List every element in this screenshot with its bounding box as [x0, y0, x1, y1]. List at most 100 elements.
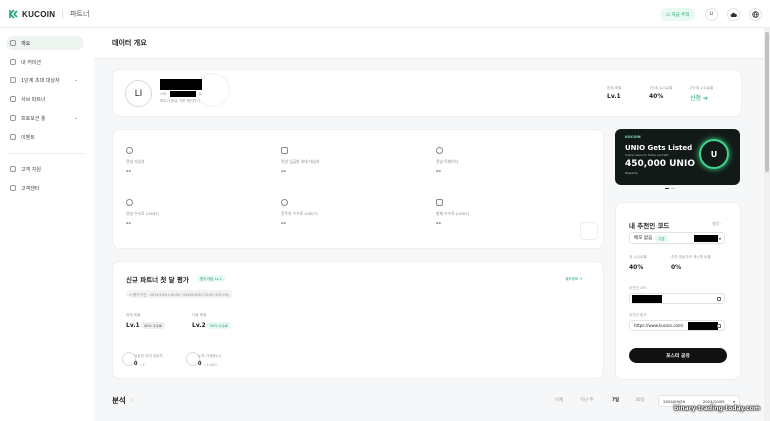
evaluation-period: ⊙ 평가 기간 : 2024/10/01 00:00~2024/10/30 23…: [126, 290, 232, 298]
referral-link-field[interactable]: https://www.kucoin.com/: [629, 320, 725, 331]
brand-divider: |: [61, 9, 65, 19]
tab-30-days[interactable]: 30일: [635, 397, 645, 403]
avatar: LI: [125, 80, 152, 107]
cloud-icon[interactable]: [727, 8, 740, 21]
referral-title: 내 추천인 코드: [629, 222, 670, 230]
stat-label: 전날 가입자: [126, 159, 145, 164]
tab-7-days[interactable]: 7일: [612, 397, 619, 403]
stat-label: 전주의 수수료 (USDT): [281, 211, 318, 216]
promo-banner[interactable]: KUCOIN UNIO Gets Listed Invite Users to …: [615, 129, 740, 185]
l2-rate-label: 2단계 수수료율: [690, 86, 714, 90]
stat-value: --: [436, 220, 441, 227]
copy-icon[interactable]: [717, 324, 721, 328]
sidebar-item-label: 내 커미션: [21, 59, 41, 66]
cashback-label: 추천 대상자의 캐시백 비율: [671, 255, 711, 259]
share-poster-button[interactable]: 포스터 공유: [629, 348, 727, 363]
pagination-dot[interactable]: [671, 188, 675, 189]
l1-rate-label: 1단계 수수료율: [649, 86, 673, 90]
wallet-icon: [436, 199, 443, 206]
events-icon: [10, 134, 16, 140]
unio-coin-icon: U: [699, 139, 729, 169]
brand-name: KUCOIN: [22, 9, 56, 19]
overview-icon: [10, 40, 16, 46]
sidebar-item-promo-tools[interactable]: 프로모션 툴 ⌄: [6, 111, 84, 125]
apply-link[interactable]: 신청 ➔: [690, 93, 708, 102]
eval-current-value: Lv.1: [126, 322, 140, 329]
redacted-uid: [170, 91, 196, 97]
copy-icon[interactable]: [717, 297, 721, 301]
promo-tools-icon: [10, 115, 16, 121]
user-avatar-button[interactable]: LI: [705, 8, 718, 21]
kucoin-logo-icon: [9, 9, 18, 19]
current-level-value: Lv.1: [607, 93, 621, 100]
kucoin-logo[interactable]: KUCOIN | 파트너: [9, 9, 89, 19]
eval-next-rate: 50% 수수료: [207, 322, 231, 329]
stat-label: 전날 트레이더: [436, 159, 459, 164]
referral-code-select[interactable]: 메모 없음 기본 ▾: [629, 232, 725, 244]
stat-value: --: [281, 168, 286, 175]
info-icon[interactable]: ⓘ: [130, 398, 134, 403]
partner-tier-link[interactable]: 파트너 등급 기준 확인하기: [160, 99, 200, 104]
sidebar-item-label: 서브 파트너: [21, 96, 46, 103]
stat-value: --: [126, 220, 131, 227]
scrollbar-thumb[interactable]: [765, 32, 769, 172]
caret-down-icon: ▾: [718, 236, 721, 241]
uid-label: UID: [160, 92, 167, 96]
top-bar: KUCOIN | 파트너 ♺ 자금 추적 LI: [0, 0, 770, 28]
default-tag: 기본: [655, 234, 668, 242]
header-divider: [94, 58, 764, 59]
tab-yesterday[interactable]: 어제: [555, 397, 563, 403]
l1-rate-label: 내 수수료율: [629, 255, 647, 259]
help-center-icon: [10, 185, 16, 191]
page-header: [94, 28, 764, 58]
stat-value: --: [281, 220, 286, 227]
banner-subtitle: Invite Users to Trade and Win: [625, 153, 670, 157]
eval-current-label: 현재 레벨: [126, 313, 141, 317]
date-from: 2024/09/29: [663, 398, 685, 404]
invitees-unit: / 5: [140, 363, 145, 367]
sidebar-item-sub-partner[interactable]: 서브 파트너: [6, 92, 84, 106]
globe-icon[interactable]: [749, 8, 762, 21]
current-level-label: 현재 레벨: [607, 86, 622, 90]
stats-card: [112, 129, 604, 249]
sidebar-item-events[interactable]: 이벤트: [6, 130, 84, 144]
sidebar-item-invitees[interactable]: 1단계 초대 대상자 ⌄: [6, 73, 84, 87]
sidebar-item-support[interactable]: 고객 지원: [6, 162, 84, 176]
link-value: https://www.kucoin.com/: [634, 323, 684, 328]
date-to: 2024/10/05: [702, 398, 725, 404]
watermark: binary-trading-today.com: [674, 405, 761, 412]
invitees-value: 0: [134, 361, 138, 367]
sidebar-item-label: 고객센터: [21, 185, 40, 192]
banner-pagination[interactable]: [665, 188, 675, 189]
eval-next-label: 다음 레벨: [192, 313, 207, 317]
invitees-label: 유효한 초대 대상자: [134, 354, 163, 358]
database-icon: [580, 222, 598, 240]
sidebar-divider: [8, 153, 84, 154]
date-separator: -: [693, 398, 695, 404]
user-icon: [126, 147, 133, 154]
stat-label: 전날 수수료 (USDT): [126, 211, 160, 216]
sub-partner-icon: [10, 96, 16, 102]
volume-value: 0: [198, 361, 202, 367]
redacted-username: [160, 79, 202, 90]
details-link[interactable]: 세부정보 ➔: [565, 277, 582, 282]
sidebar-item-help-center[interactable]: 고객센터: [6, 181, 84, 195]
referral-code-field[interactable]: [629, 293, 725, 304]
sidebar-item-overview[interactable]: 개요: [6, 36, 84, 50]
copy-uid-icon[interactable]: ⧉: [199, 92, 202, 96]
stat-value: --: [126, 168, 131, 175]
sidebar-item-label: 1단계 초대 대상자: [21, 77, 60, 84]
fund-tracking-button[interactable]: ♺ 자금 추적: [660, 8, 696, 21]
banner-amount: 450,000 UNIO: [625, 159, 695, 169]
tab-last-week[interactable]: 지난 주: [580, 397, 594, 403]
page-scrollbar[interactable]: [764, 28, 770, 421]
volume-label: 누적 거래량(U): [198, 354, 222, 358]
chevron-down-icon: ⌄: [73, 77, 78, 83]
stat-value: --: [436, 168, 441, 175]
eval-current-rate: 40% 수수료: [141, 322, 165, 329]
sidebar-item-label: 고객 지원: [21, 166, 41, 173]
sidebar-item-my-commission[interactable]: 내 커미션: [6, 55, 84, 69]
pagination-dot[interactable]: [665, 188, 669, 189]
referral-settings-link[interactable]: 설정 ›: [712, 221, 722, 227]
evaluation-badge: 평가 대상 Lv.1: [197, 275, 225, 282]
